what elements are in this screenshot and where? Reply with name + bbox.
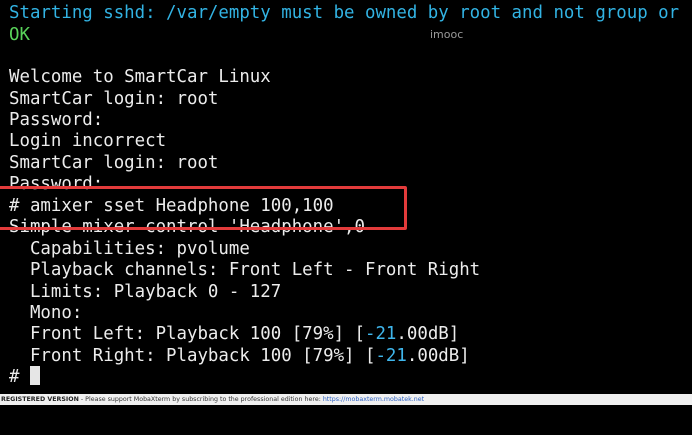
front-left-suffix: .00dB] [396, 324, 460, 344]
status-bar: REGISTERED VERSION - Please support Moba… [0, 394, 692, 405]
mobaxterm-link[interactable]: https://mobaxterm.mobatek.net [323, 396, 424, 403]
terminal-line-welcome: Welcome to SmartCar Linux [9, 67, 271, 87]
terminal-line-login-incorrect: Login incorrect [9, 131, 167, 151]
front-right-prefix: Front Right: Playback 100 [79%] [ [9, 346, 376, 366]
terminal-line-limits: Limits: Playback 0 - 127 [9, 282, 282, 302]
front-left-db-value: -21 [364, 324, 397, 344]
terminal-line-mono: Mono: [9, 303, 83, 323]
terminal-line-front-left: Front Left: Playback 100 [79%] [-21.00dB… [9, 323, 459, 345]
terminal-line-playback-channels: Playback channels: Front Left - Front Ri… [9, 260, 481, 280]
terminal-line-front-right: Front Right: Playback 100 [79%] [-21.00d… [9, 345, 470, 367]
command-highlight-box [0, 186, 407, 230]
support-message: - Please support MobaXterm by subscribin… [78, 396, 323, 403]
front-left-prefix: Front Left: Playback 100 [79%] [ [9, 324, 365, 344]
shell-prompt: # [9, 367, 20, 387]
terminal-line-login-1: SmartCar login: root [9, 89, 219, 109]
watermark-text: imooc [430, 28, 464, 41]
terminal-line-capabilities: Capabilities: pvolume [9, 239, 250, 259]
terminal-line-login-2: SmartCar login: root [9, 153, 219, 173]
terminal-prompt-line[interactable]: # [9, 366, 41, 388]
terminal-window[interactable]: Starting sshd: /var/empty must be owned … [0, 0, 692, 394]
terminal-line-password-1: Password: [9, 110, 104, 130]
front-right-suffix: .00dB] [406, 346, 470, 366]
front-right-db-value: -21 [375, 346, 407, 366]
terminal-line-ok: OK [9, 25, 30, 45]
registered-version-label: REGISTERED VERSION [1, 396, 79, 403]
bottom-bar [0, 405, 692, 435]
terminal-line-sshd: Starting sshd: /var/empty must be owned … [9, 3, 680, 23]
terminal-cursor [30, 366, 41, 385]
